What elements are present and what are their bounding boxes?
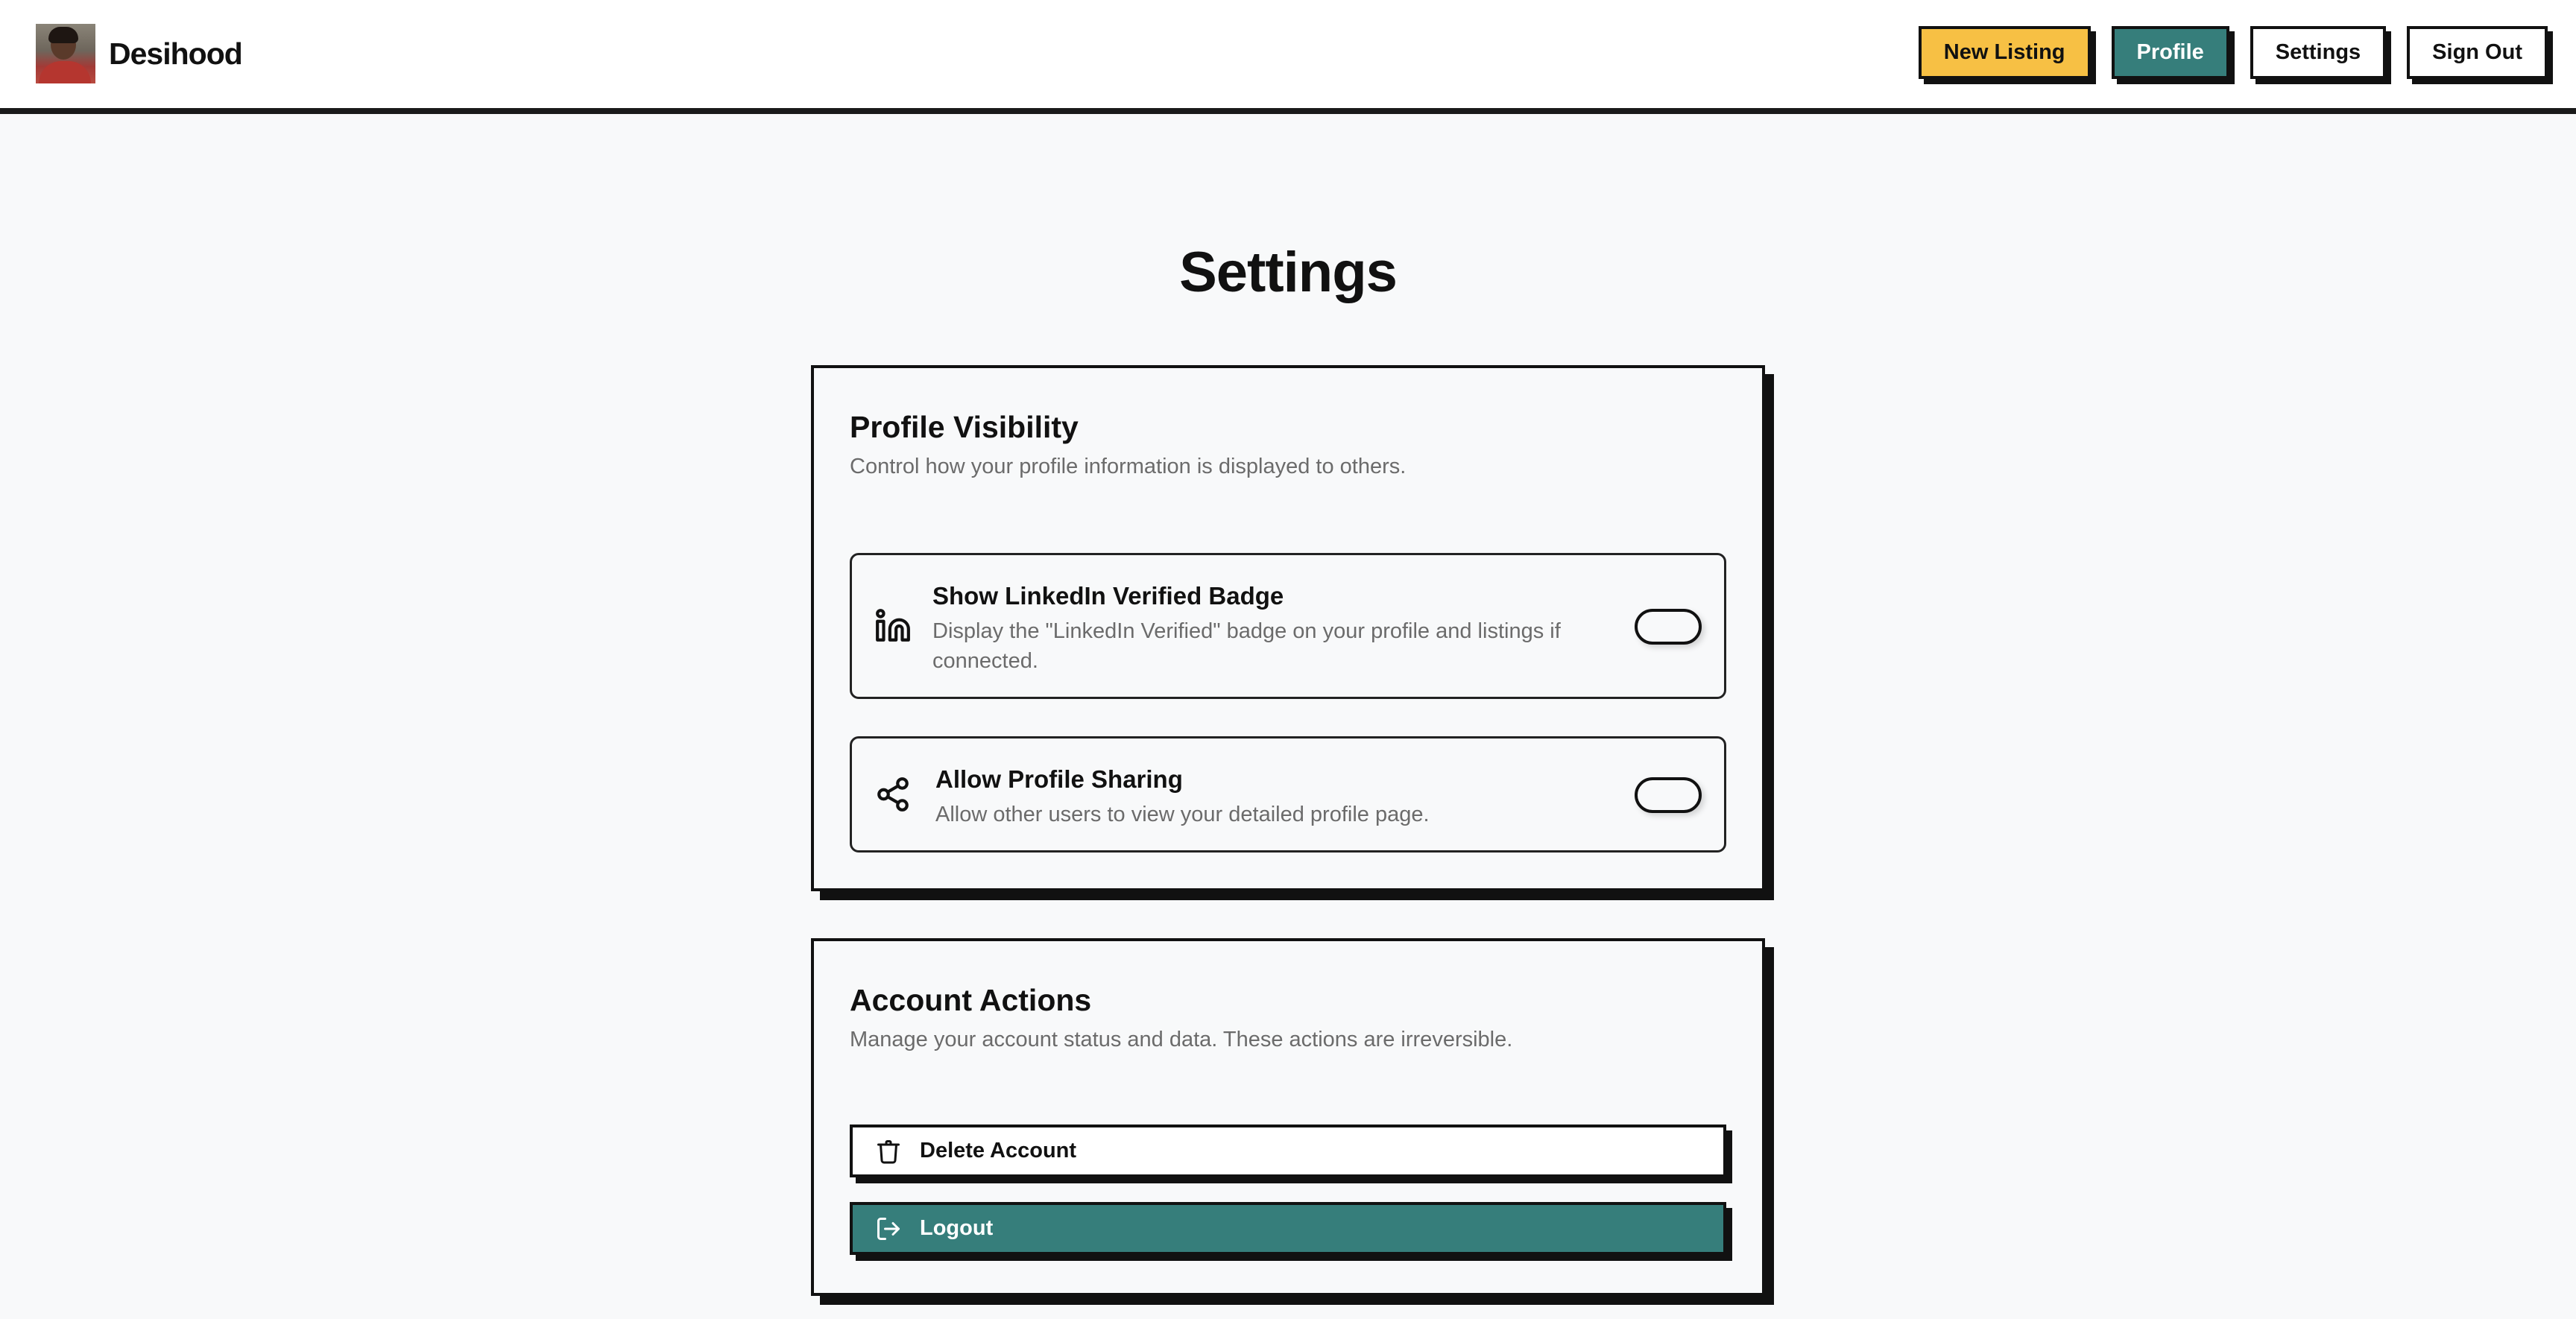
linkedin-icon: [876, 609, 910, 642]
brand[interactable]: Desihood: [36, 24, 243, 83]
delete-account-label: Delete Account: [920, 1139, 1077, 1163]
setting-title: Allow Profile Sharing: [935, 765, 1183, 793]
sign-out-button[interactable]: Sign Out: [2407, 26, 2548, 79]
setting-description: Display the "LinkedIn Verified" badge on…: [932, 619, 1561, 673]
brand-name[interactable]: Desihood: [109, 37, 243, 72]
trash-icon: [877, 1139, 900, 1163]
card-description: Control how your profile information is …: [850, 455, 1407, 478]
setting-title: Show LinkedIn Verified Badge: [932, 582, 1284, 610]
setting-linkedin-badge: Show LinkedIn Verified Badge Display the…: [850, 553, 1726, 699]
page-title: Settings: [1179, 241, 1398, 304]
settings-button[interactable]: Settings: [2250, 26, 2387, 79]
logout-button[interactable]: Logout: [850, 1202, 1726, 1255]
setting-profile-sharing: Allow Profile Sharing Allow other users …: [850, 736, 1726, 853]
new-listing-button[interactable]: New Listing: [1918, 26, 2091, 79]
card-description: Manage your account status and data. The…: [850, 1028, 1513, 1051]
profile-sharing-toggle[interactable]: [1635, 777, 1702, 813]
avatar[interactable]: [36, 24, 95, 83]
card-title: Profile Visibility: [850, 410, 1079, 444]
account-actions-card: Account Actions Manage your account stat…: [811, 938, 1765, 1296]
logout-icon: [877, 1217, 900, 1240]
logout-label: Logout: [920, 1216, 994, 1240]
profile-visibility-card: Profile Visibility Control how your prof…: [811, 365, 1765, 891]
profile-button[interactable]: Profile: [2111, 26, 2229, 79]
top-nav: New Listing Profile Settings Sign Out: [1918, 26, 2548, 79]
setting-description: Allow other users to view your detailed …: [935, 803, 1430, 826]
linkedin-badge-toggle[interactable]: [1635, 609, 1702, 645]
delete-account-button[interactable]: Delete Account: [850, 1125, 1726, 1177]
share-icon: [877, 777, 909, 812]
card-title: Account Actions: [850, 983, 1092, 1017]
top-header: Desihood New Listing Profile Settings Si…: [0, 0, 2576, 114]
